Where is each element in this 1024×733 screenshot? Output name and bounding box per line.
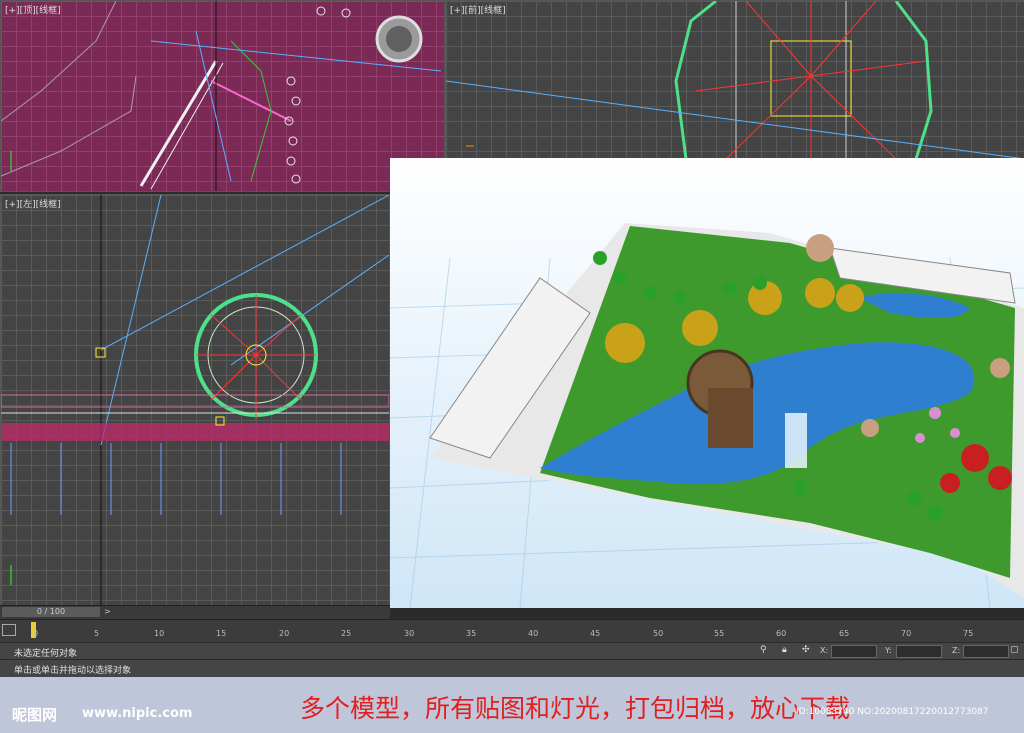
y-coord-label: Y: [885,646,892,655]
promo-slogan: 多个模型，所有贴图和灯光，打包归档，放心下载 [300,694,851,723]
front-viewport-label[interactable]: [+][前][线框] [450,3,506,16]
top-viewport-wireframe [1,1,442,191]
timeline-tick: 70 [901,629,912,638]
render-scene [390,158,1024,608]
frame-slider[interactable]: 0 / 100 [2,607,100,617]
prompt-line: 单击或单击并拖动以选择对象 [14,666,132,676]
lock-icon[interactable]: 🔒︎ [782,645,787,655]
rendered-preview-image [390,158,1024,608]
left-viewport-wireframe [1,195,389,605]
x-coord-field[interactable] [831,645,877,658]
timeline-tick: 0 [33,629,39,638]
top-viewport-label[interactable]: [+][顶][线框] [5,3,61,16]
timeline-tick: 10 [154,629,165,638]
watermark-banner: 昵图网 www.nipic.com 多个模型，所有贴图和灯光，打包归档，放心下载… [0,677,1024,733]
timeline-tick: 25 [341,629,352,638]
status-bar-top: 未选定任何对象 ⚲ 🔒︎ ✣ X: Y: Z: ▢ [0,642,1024,660]
timeline-tick: 75 [963,629,974,638]
timeline-tick: 65 [839,629,850,638]
timeline-tick: 40 [528,629,539,638]
timeline-icon[interactable] [2,624,16,636]
grid-toggle-icon[interactable]: ▢ [1010,645,1019,655]
timeline-tick: 5 [94,629,100,638]
left-viewport-label[interactable]: [+][左][线框] [5,197,61,210]
timeline-tick: 60 [776,629,787,638]
z-coord-label: Z: [952,646,961,655]
left-viewport[interactable]: [+][左][线框] [0,194,390,606]
image-id: ID:10083740 NO:20200817220012773087 [796,707,989,717]
timeline-tick: 45 [590,629,601,638]
timeline-tick: 35 [466,629,477,638]
z-coord-field[interactable] [963,645,1009,658]
site-url: www.nipic.com [82,706,193,721]
timeline-tick: 20 [279,629,290,638]
status-bar-bottom: 单击或单击并拖动以选择对象 [0,659,1024,677]
timeline-tick: 55 [714,629,725,638]
frame-slider-bar: 0 / 100 > [0,605,390,619]
timeline-tick: 50 [653,629,664,638]
lock-selection-icon[interactable]: ⚲ [760,645,767,655]
y-coord-field[interactable] [896,645,942,658]
site-logo: 昵图网 [12,706,58,724]
top-viewport[interactable]: [+][顶][线框] [0,0,445,192]
timeline-tick: 15 [216,629,227,638]
front-viewport[interactable]: [+][前][线框] [445,0,1024,160]
timeline-tick: 30 [404,629,415,638]
timeline-ruler[interactable]: 0 5 10 15 20 25 30 35 40 45 50 55 60 65 … [0,619,1024,642]
front-viewport-wireframe [446,1,1024,159]
next-frame-button[interactable]: > [104,607,111,616]
x-coord-label: X: [820,646,829,655]
transform-mode-icon[interactable]: ✣ [802,645,810,655]
selection-status: 未选定任何对象 [14,649,78,659]
